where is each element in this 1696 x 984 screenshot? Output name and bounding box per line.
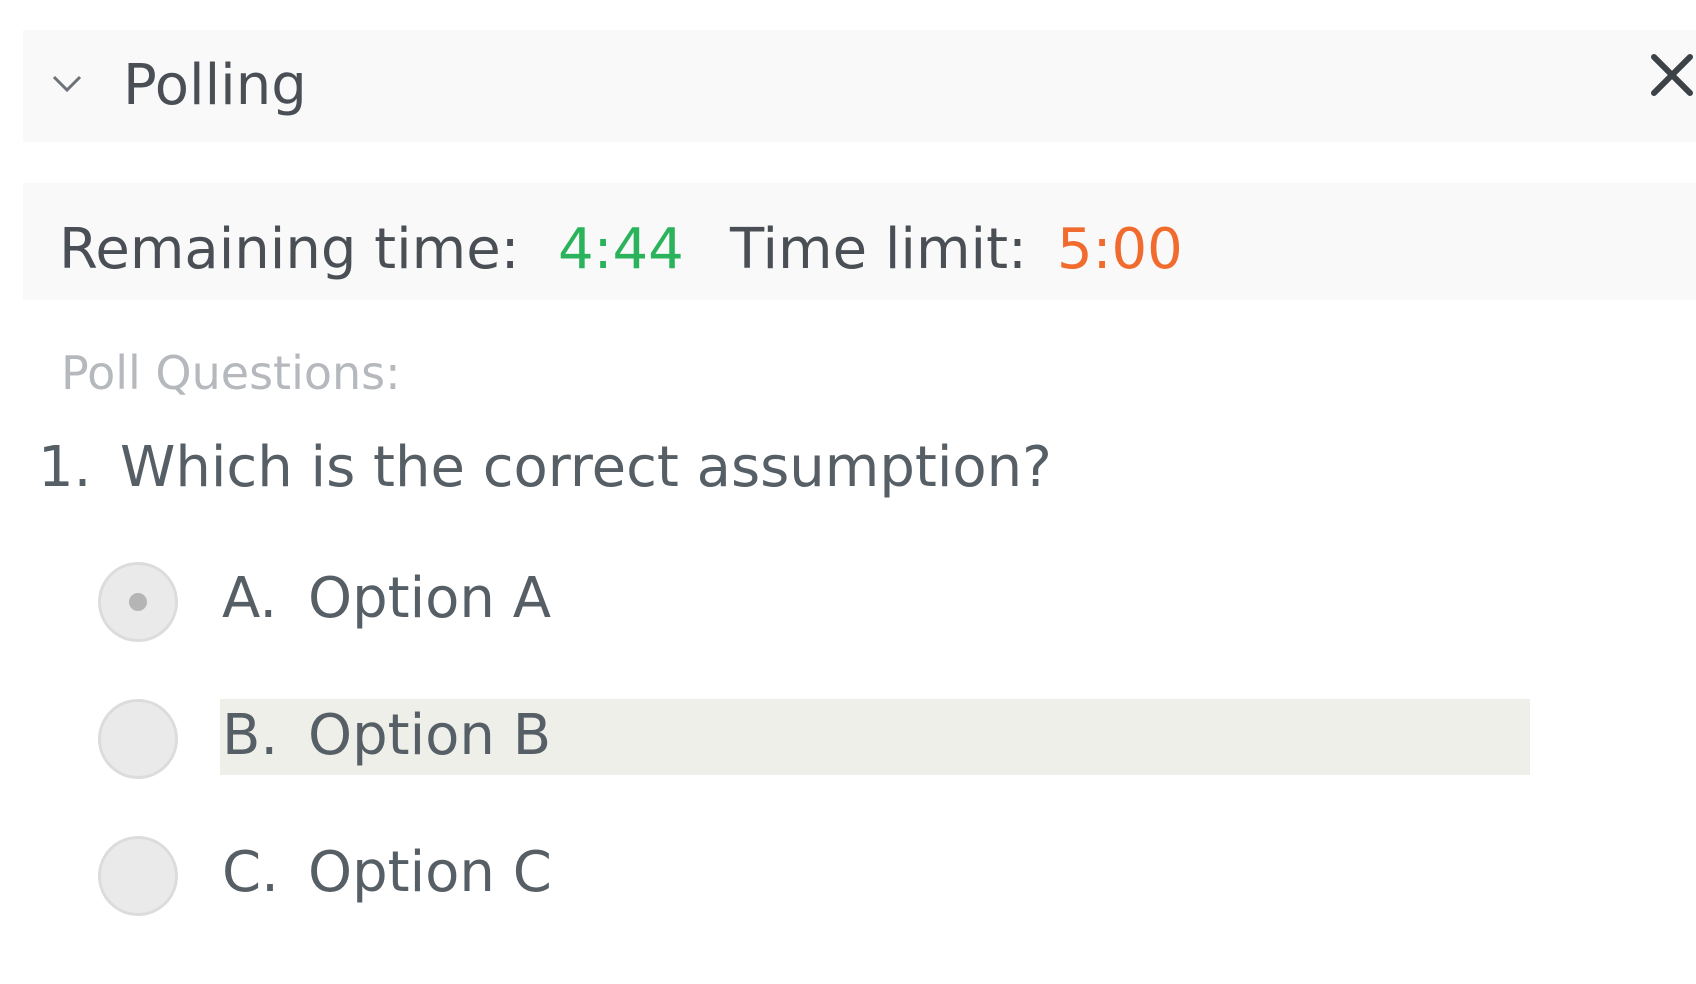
option-c-label[interactable]: C. Option C <box>222 832 552 912</box>
poll-questions-heading: Poll Questions: <box>61 346 401 400</box>
radio-button-a[interactable] <box>98 562 178 642</box>
option-b[interactable]: B. Option B <box>98 699 1658 783</box>
polling-panel: Polling Remaining time: 4:44 Time limit:… <box>0 0 1696 984</box>
question-text: Which is the correct assumption? <box>120 435 1052 500</box>
option-a-label[interactable]: A. Option A <box>222 558 551 638</box>
option-text: Option B <box>308 702 552 768</box>
time-limit-label: Time limit: <box>730 217 1027 282</box>
timer-bar: Remaining time: 4:44 Time limit: 5:00 <box>23 183 1696 300</box>
chevron-down-icon[interactable] <box>50 66 84 100</box>
radio-button-c[interactable] <box>98 836 178 916</box>
remaining-time-label: Remaining time: <box>59 217 520 282</box>
option-letter: B. <box>222 702 279 768</box>
option-b-label[interactable]: B. Option B <box>222 695 551 775</box>
time-limit-value: 5:00 <box>1057 217 1183 282</box>
option-letter: C. <box>222 839 279 905</box>
polling-header[interactable]: Polling <box>23 30 1696 142</box>
radio-selected-dot <box>129 593 147 611</box>
remaining-time-value: 4:44 <box>558 217 684 282</box>
panel-title: Polling <box>123 53 307 118</box>
option-text: Option C <box>308 839 552 905</box>
radio-button-b[interactable] <box>98 699 178 779</box>
option-a[interactable]: A. Option A <box>98 562 1658 646</box>
question-number: 1. <box>38 435 92 500</box>
close-icon[interactable] <box>1648 51 1696 99</box>
option-c[interactable]: C. Option C <box>98 836 1658 920</box>
option-text: Option A <box>308 565 552 631</box>
option-letter: A. <box>222 565 278 631</box>
